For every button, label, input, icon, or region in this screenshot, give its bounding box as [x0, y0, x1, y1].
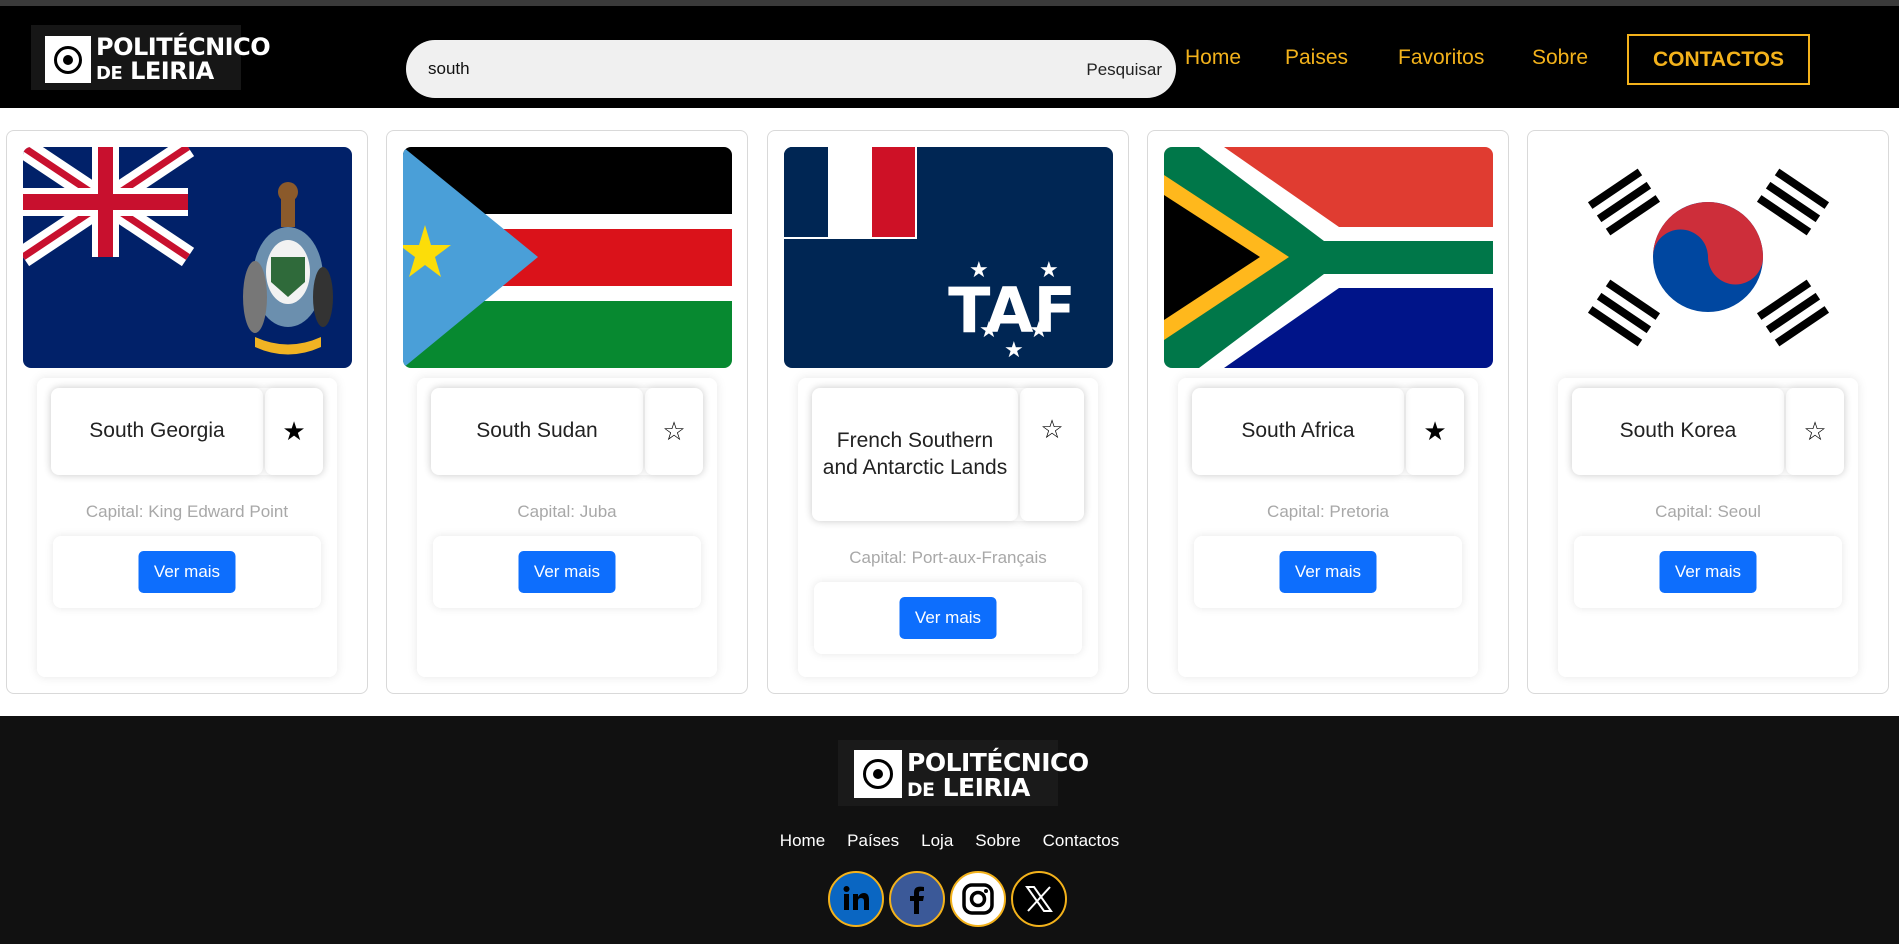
svg-text:★: ★ [1029, 317, 1049, 342]
footer-links: Home Países Loja Sobre Contactos [0, 831, 1899, 851]
logo-line2-small: DE [96, 63, 123, 84]
logo-line2: LEIRIA [942, 773, 1031, 802]
country-card: South Korea ☆ Capital: Seoul Ver mais [1527, 130, 1889, 694]
country-capital: Capital: Juba [517, 502, 617, 521]
logo-mark-icon [45, 36, 91, 83]
site-header: POLITÉCNICO DE LEIRIA south Pesquisar Ho… [0, 6, 1899, 108]
logo-line2: LEIRIA [130, 57, 214, 85]
country-name: South Africa [1192, 388, 1404, 475]
favorite-star-filled-icon[interactable]: ★ [265, 388, 323, 475]
linkedin-icon[interactable] [828, 871, 884, 927]
country-name: South Korea [1572, 388, 1784, 475]
header-logo[interactable]: POLITÉCNICO DE LEIRIA [31, 25, 271, 90]
country-name: French Southern and Antarctic Lands [812, 388, 1018, 521]
footer-link-home[interactable]: Home [780, 831, 825, 851]
country-card: TAF ★ ★ ★ ★ ★ French Southern and Antarc… [767, 130, 1129, 694]
ver-mais-button[interactable]: Ver mais [1659, 551, 1757, 593]
country-name: South Georgia [51, 388, 263, 475]
country-capital: Capital: King Edward Point [85, 502, 289, 521]
social-links [828, 871, 1067, 927]
logo-line1: POLITÉCNICO [96, 33, 271, 61]
ver-mais-button[interactable]: Ver mais [1279, 551, 1377, 593]
ver-mais-button[interactable]: Ver mais [899, 597, 997, 639]
logo-line2-small: DE [907, 780, 935, 801]
logo-mark-icon [854, 750, 902, 798]
footer-link-sobre[interactable]: Sobre [975, 831, 1020, 851]
country-card: South Sudan ☆ Capital: Juba Ver mais [386, 130, 748, 694]
ver-mais-button[interactable]: Ver mais [138, 551, 236, 593]
svg-text:★: ★ [1039, 257, 1059, 282]
country-capital: Capital: Seoul [1655, 502, 1761, 521]
svg-text:★: ★ [969, 257, 989, 282]
nav-paises[interactable]: Paises [1285, 46, 1348, 70]
country-capital: Capital: Pretoria [1267, 502, 1389, 521]
footer-link-loja[interactable]: Loja [921, 831, 953, 851]
favorite-star-outline-icon[interactable]: ☆ [1786, 388, 1844, 475]
country-name: South Sudan [431, 388, 643, 475]
favorite-star-outline-icon[interactable]: ☆ [1020, 388, 1084, 521]
flag-image [1164, 147, 1493, 368]
search-input[interactable]: south [428, 59, 470, 79]
flag-image [1544, 147, 1873, 368]
facebook-icon[interactable] [889, 871, 945, 927]
logo-line1: POLITÉCNICO [907, 748, 1089, 777]
flag-image [403, 147, 732, 368]
favorite-star-filled-icon[interactable]: ★ [1406, 388, 1464, 475]
svg-text:★: ★ [979, 317, 999, 342]
instagram-icon[interactable] [950, 871, 1006, 927]
country-card: South Georgia ★ Capital: King Edward Poi… [6, 130, 368, 694]
ver-mais-button[interactable]: Ver mais [518, 551, 616, 593]
nav-sobre[interactable]: Sobre [1532, 46, 1588, 70]
site-footer: POLITÉCNICO DE LEIRIA Home Países Loja S… [0, 716, 1899, 944]
country-card: South Africa ★ Capital: Pretoria Ver mai… [1147, 130, 1509, 694]
search-button[interactable]: Pesquisar [1086, 60, 1162, 80]
search-bar: south Pesquisar [406, 40, 1176, 98]
svg-text:★: ★ [1004, 337, 1024, 362]
country-capital: Capital: Port-aux-Français [849, 548, 1047, 567]
flag-image [23, 147, 352, 368]
nav-favoritos[interactable]: Favoritos [1398, 46, 1484, 70]
x-icon[interactable] [1011, 871, 1067, 927]
contactos-button[interactable]: CONTACTOS [1627, 34, 1810, 85]
favorite-star-outline-icon[interactable]: ☆ [645, 388, 703, 475]
footer-link-contactos[interactable]: Contactos [1043, 831, 1120, 851]
footer-link-paises[interactable]: Países [847, 831, 899, 851]
nav-home[interactable]: Home [1185, 46, 1241, 70]
flag-image: TAF ★ ★ ★ ★ ★ [784, 147, 1113, 368]
footer-logo[interactable]: POLITÉCNICO DE LEIRIA [838, 740, 1089, 806]
